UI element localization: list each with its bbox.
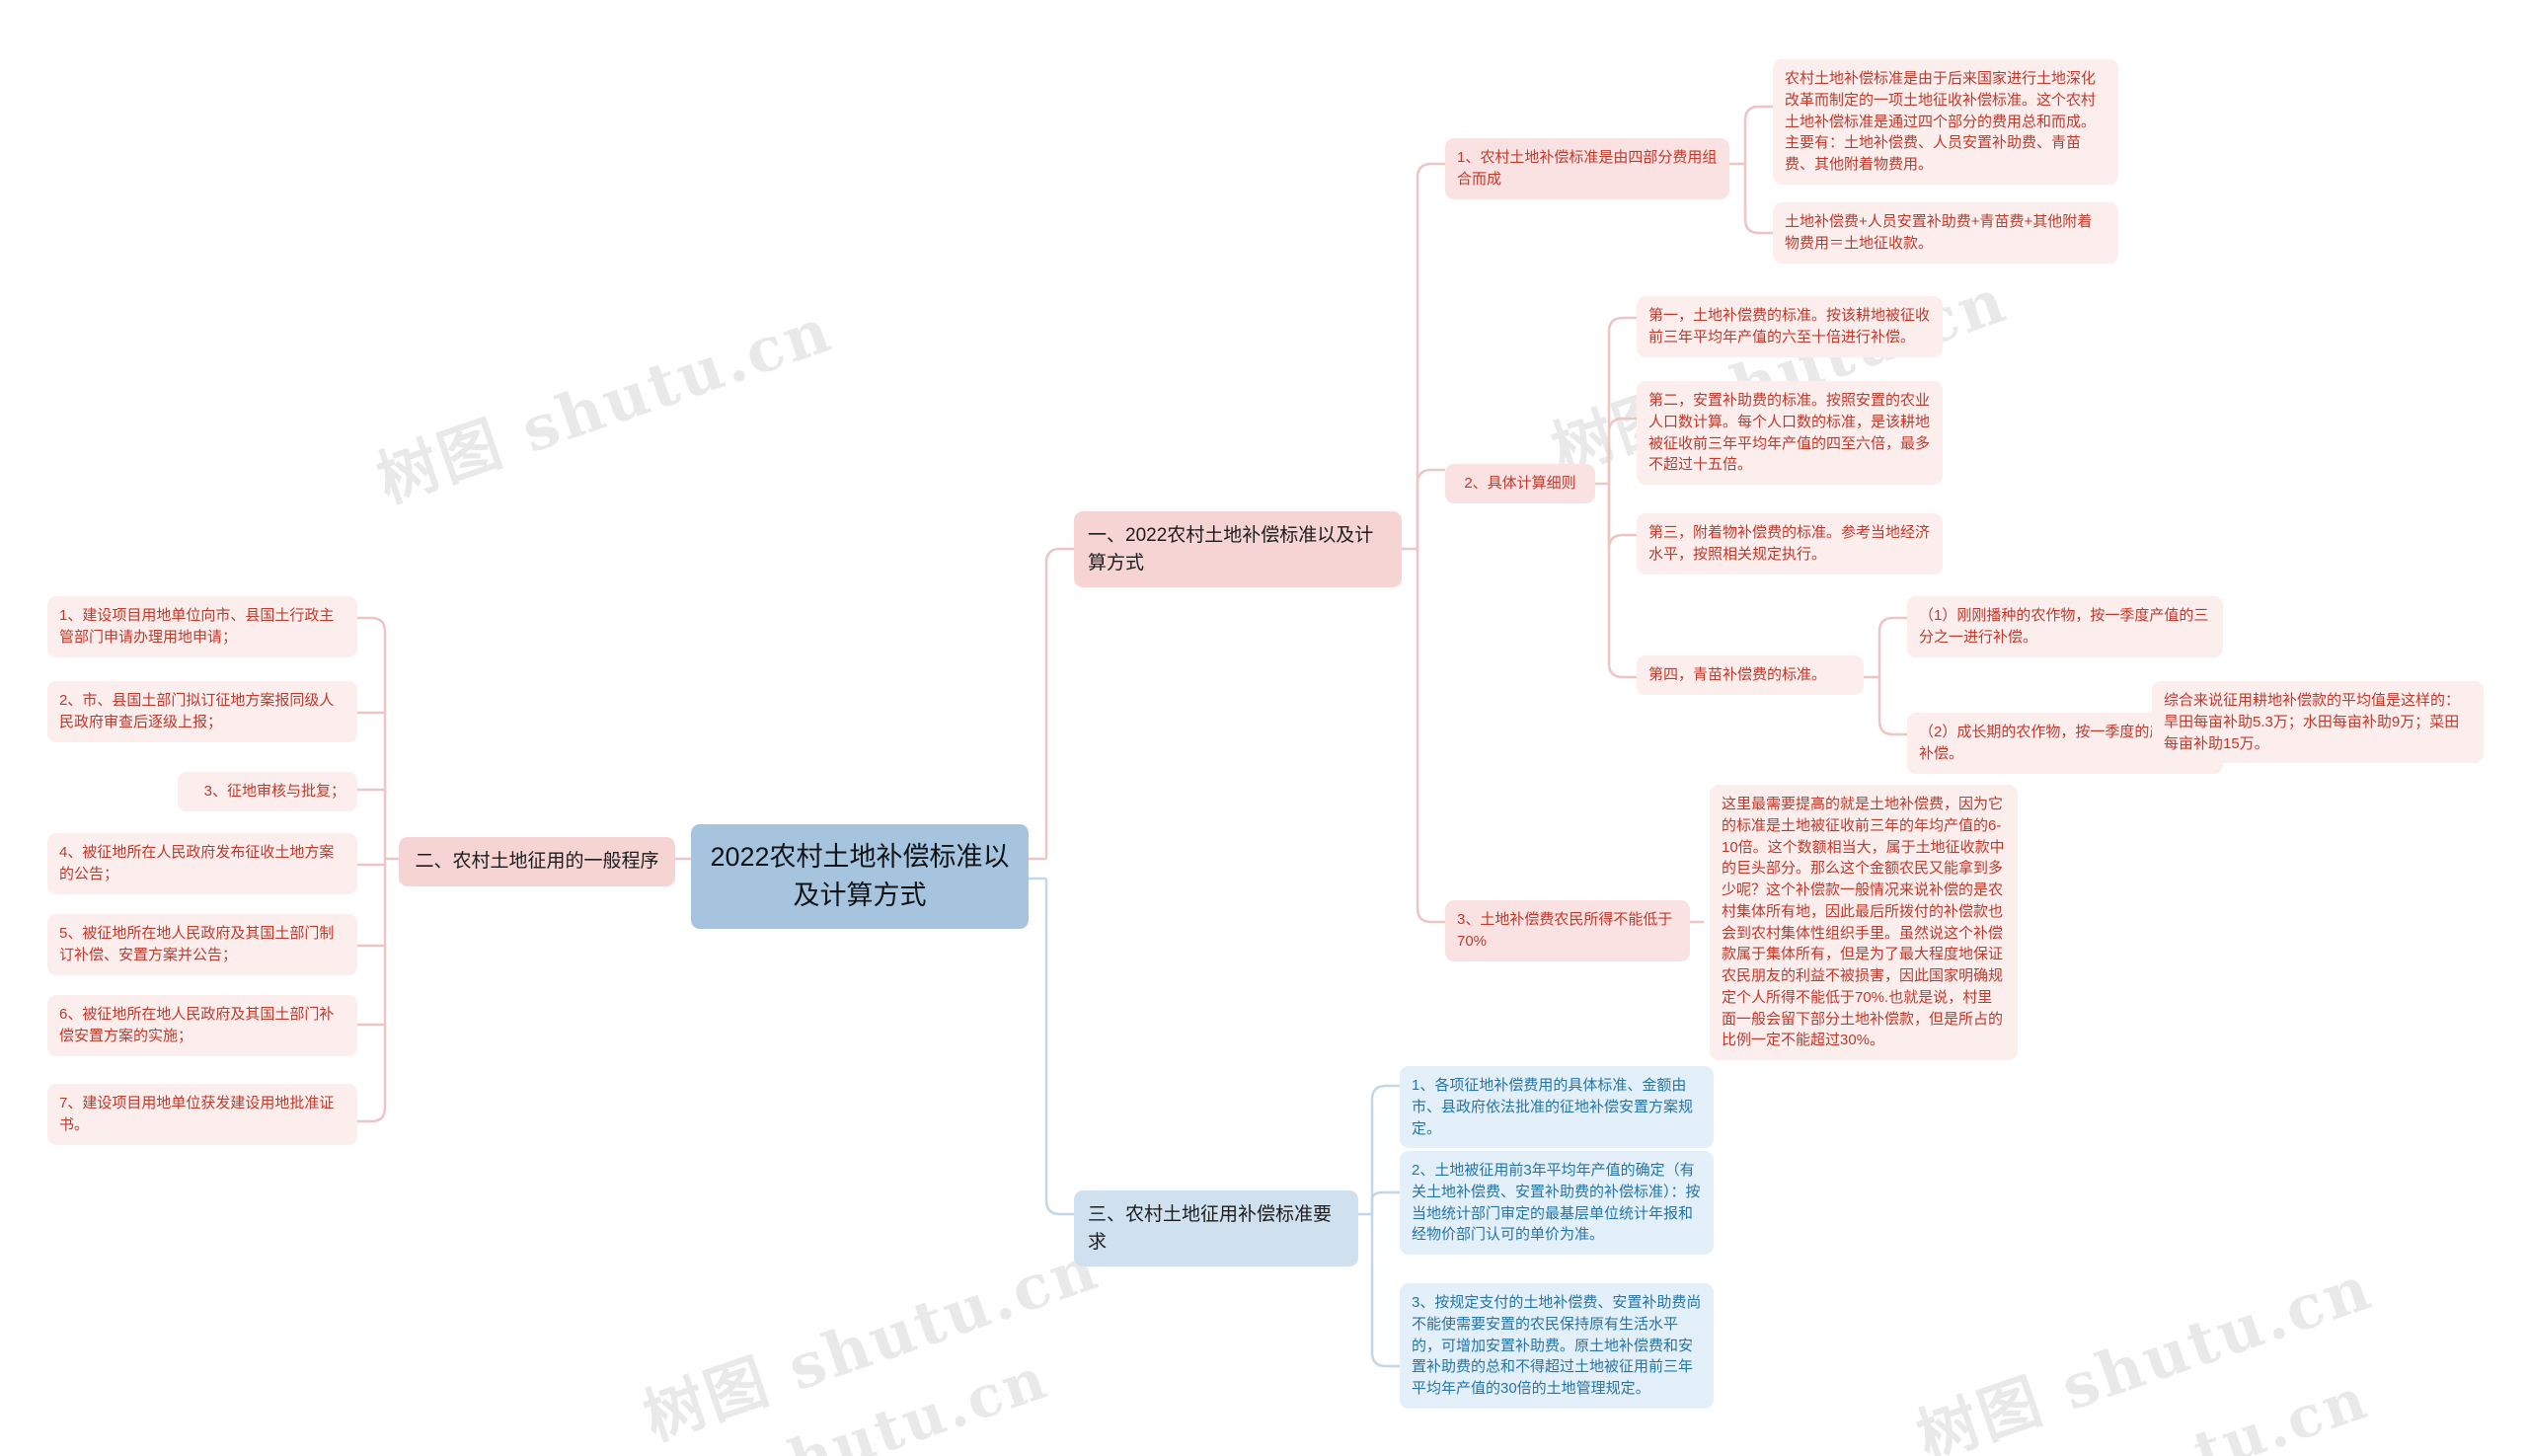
item-text: 2、土地被征用前3年平均年产值的确定（有关土地补偿费、安置补助费的补偿标准）：按… [1412, 1162, 1701, 1244]
detail-text: 土地补偿费+人员安置补助费+青苗费+其他附着物费用＝土地征收款。 [1785, 213, 2093, 252]
mindmap-canvas: 树图 shutu.cn 树图 shutu.cn 树图 shutu.cn 树图 s… [0, 0, 2527, 1456]
watermark: 树图 shutu.cn [368, 293, 842, 517]
branch-one-child-1-label: 1、农村土地补偿标准是由四部分费用组合而成 [1457, 149, 1718, 188]
branch-two-step-5[interactable]: 5、被征地所在地人民政府及其国土部门制订补偿、安置方案并公告； [47, 914, 357, 975]
root-node[interactable]: 2022农村土地补偿标准以及计算方式 [691, 824, 1029, 930]
item-text: 3、按规定支付的土地补偿费、安置补助费尚不能使需要安置的农民保持原有生活水平的，… [1412, 1294, 1702, 1397]
branch-one-child-3-detail-1[interactable]: 这里最需要提高的就是土地补偿费，因为它的标准是土地被征收前三年的年均产值的6-1… [1710, 785, 2018, 1060]
branch-one-child-1[interactable]: 1、农村土地补偿标准是由四部分费用组合而成 [1445, 138, 1729, 199]
branch-one-child-1-detail-2[interactable]: 土地补偿费+人员安置补助费+青苗费+其他附着物费用＝土地征收款。 [1773, 202, 2118, 264]
branch-two-step-6[interactable]: 6、被征地所在地人民政府及其国土部门补偿安置方案的实施； [47, 995, 357, 1056]
step-text: 5、被征地所在地人民政府及其国土部门制订补偿、安置方案并公告； [59, 925, 335, 963]
step-text: 2、市、县国土部门拟订征地方案报同级人民政府审查后逐级上报； [59, 692, 335, 730]
branch-two-label: 二、农村土地征用的一般程序 [415, 851, 659, 872]
detail-text: 第一，土地补偿费的标准。按该耕地被征收前三年平均年产值的六至十倍进行补偿。 [1648, 307, 1931, 345]
branch-two-step-3[interactable]: 3、征地审核与批复； [178, 772, 357, 811]
branch-one-child-2-detail-1[interactable]: 第一，土地补偿费的标准。按该耕地被征收前三年平均年产值的六至十倍进行补偿。 [1637, 296, 1943, 357]
detail-text: （1）刚刚播种的农作物，按一季度产值的三分之一进行补偿。 [1919, 607, 2209, 646]
branch-one-child-2-label: 2、具体计算细则 [1464, 475, 1576, 492]
branch-three-item-1[interactable]: 1、各项征地补偿费用的具体标准、金额由市、县政府依法批准的征地补偿安置方案规定。 [1400, 1066, 1714, 1149]
branch-two-step-4[interactable]: 4、被征地所在人民政府发布征收土地方案的公告； [47, 833, 357, 894]
step-text: 6、被征地所在地人民政府及其国土部门补偿安置方案的实施； [59, 1006, 335, 1044]
fourth-label: 第四，青苗补偿费的标准。 [1648, 666, 1827, 683]
branch-one-child-2-fourth[interactable]: 第四，青苗补偿费的标准。 [1637, 655, 1864, 695]
branch-three-item-2[interactable]: 2、土地被征用前3年平均年产值的确定（有关土地补偿费、安置补助费的补偿标准）：按… [1400, 1151, 1714, 1255]
branch-one-child-2[interactable]: 2、具体计算细则 [1445, 464, 1595, 503]
step-text: 3、征地审核与批复； [203, 783, 345, 800]
branch-one-child-2-detail-3[interactable]: 第三，附着物补偿费的标准。参考当地经济水平，按照相关规定执行。 [1637, 513, 1943, 575]
detail-text: 第二，安置补助费的标准。按照安置的农业人口数计算。每个人口数的标准，是该耕地被征… [1648, 392, 1931, 474]
fourth-item-1[interactable]: （1）刚刚播种的农作物，按一季度产值的三分之一进行补偿。 [1907, 596, 2223, 657]
step-text: 7、建设项目用地单位获发建设用地批准证书。 [59, 1095, 335, 1133]
root-title: 2022农村土地补偿标准以及计算方式 [710, 842, 1010, 911]
branch-one-child-1-detail-1[interactable]: 农村土地补偿标准是由于后来国家进行土地深化改革而制定的一项土地征收补偿标准。这个… [1773, 59, 2118, 185]
detail-text: 这里最需要提高的就是土地补偿费，因为它的标准是土地被征收前三年的年均产值的6-1… [1722, 796, 2005, 1049]
branch-one-child-2-detail-2[interactable]: 第二，安置补助费的标准。按照安置的农业人口数计算。每个人口数的标准，是该耕地被征… [1637, 381, 1943, 485]
branch-one-child-3[interactable]: 3、土地补偿费农民所得不能低于70% [1445, 900, 1690, 961]
branch-three-item-3[interactable]: 3、按规定支付的土地补偿费、安置补助费尚不能使需要安置的农民保持原有生活水平的，… [1400, 1283, 1714, 1409]
detail-text: 第三，附着物补偿费的标准。参考当地经济水平，按照相关规定执行。 [1648, 524, 1931, 563]
fourth-summary[interactable]: 综合来说征用耕地补偿款的平均值是这样的：旱田每亩补助5.3万；水田每亩补助9万；… [2152, 681, 2484, 764]
item-text: 1、各项征地补偿费用的具体标准、金额由市、县政府依法批准的征地补偿安置方案规定。 [1412, 1077, 1694, 1137]
branch-one-child-3-label: 3、土地补偿费农民所得不能低于70% [1457, 911, 1673, 950]
branch-one-label: 一、2022农村土地补偿标准以及计算方式 [1088, 525, 1374, 574]
branch-two-step-1[interactable]: 1、建设项目用地单位向市、县国土行政主管部门申请办理用地申请； [47, 596, 357, 657]
detail-text: 综合来说征用耕地补偿款的平均值是这样的：旱田每亩补助5.3万；水田每亩补助9万；… [2164, 692, 2461, 752]
branch-two-node[interactable]: 二、农村土地征用的一般程序 [399, 837, 675, 886]
step-text: 4、被征地所在人民政府发布征收土地方案的公告； [59, 844, 335, 882]
branch-two-step-7[interactable]: 7、建设项目用地单位获发建设用地批准证书。 [47, 1084, 357, 1145]
branch-two-step-2[interactable]: 2、市、县国土部门拟订征地方案报同级人民政府审查后逐级上报； [47, 681, 357, 742]
branch-three-label: 三、农村土地征用补偿标准要求 [1088, 1204, 1333, 1253]
detail-text: 农村土地补偿标准是由于后来国家进行土地深化改革而制定的一项土地征收补偿标准。这个… [1785, 70, 2097, 173]
step-text: 1、建设项目用地单位向市、县国土行政主管部门申请办理用地申请； [59, 607, 335, 646]
branch-one-node[interactable]: 一、2022农村土地补偿标准以及计算方式 [1074, 511, 1402, 588]
branch-three-node[interactable]: 三、农村土地征用补偿标准要求 [1074, 1190, 1358, 1267]
